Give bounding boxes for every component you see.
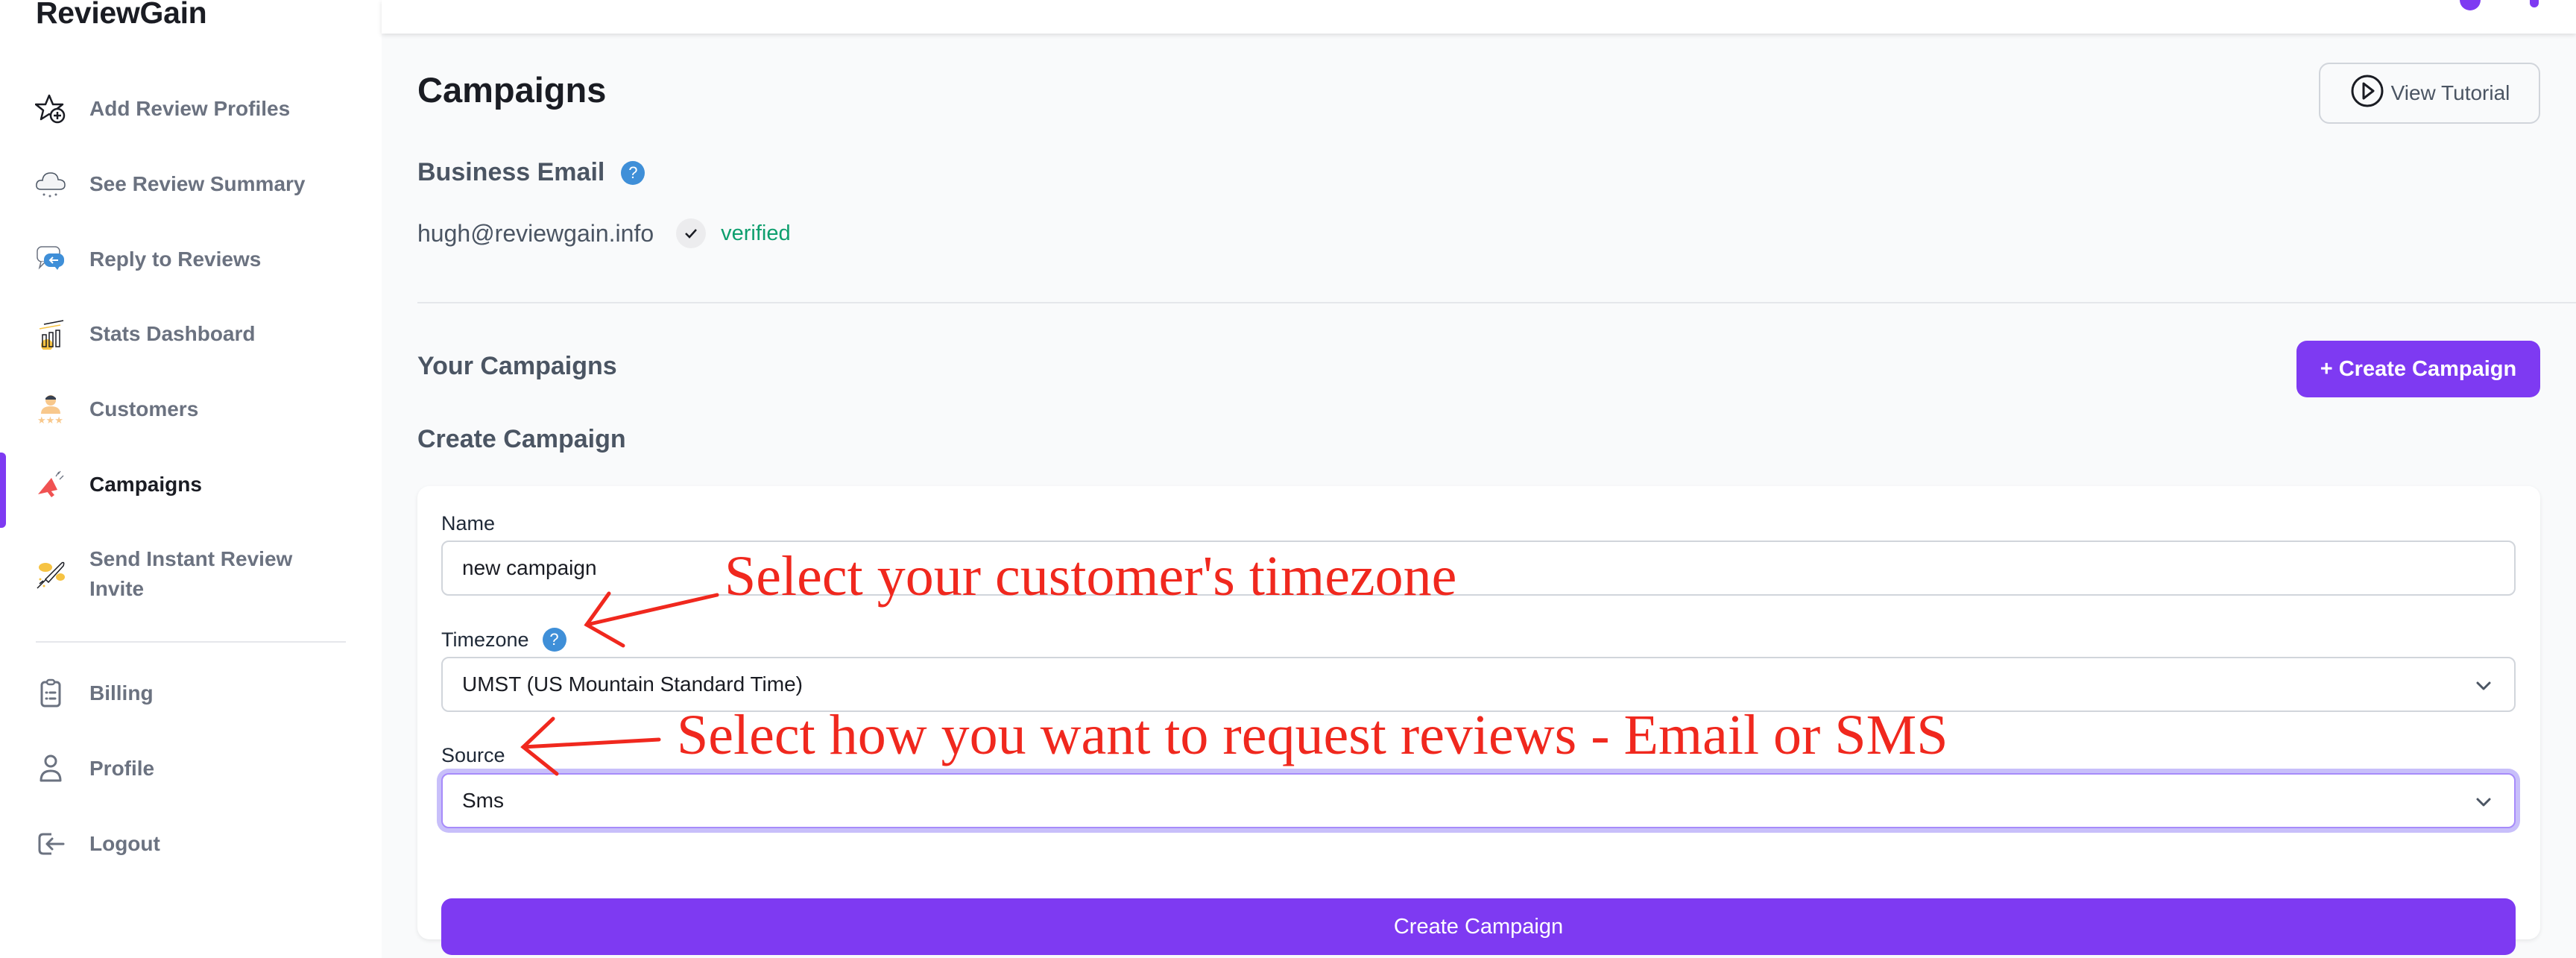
source-selected-value: Sms: [462, 789, 504, 812]
sidebar-item-send-instant-review-invite[interactable]: Send Instant Review Invite: [0, 544, 382, 604]
sidebar-item-see-review-summary[interactable]: See Review Summary: [0, 169, 382, 199]
sidebar-item-logout[interactable]: Logout: [0, 829, 382, 859]
timezone-annotation: Select your customer's timezone: [724, 545, 1457, 608]
source-label-text: Source: [441, 744, 505, 766]
business-email-heading: Business Email ?: [417, 158, 645, 187]
active-plan-text: Active Plan: Professional Plan: [2112, 0, 2412, 1]
user-icon: [34, 752, 67, 785]
source-annotation: Select how you want to request reviews -…: [677, 704, 1948, 766]
sidebar-item-label: Logout: [89, 832, 160, 855]
create-campaign-button[interactable]: + Create Campaign: [2296, 341, 2540, 397]
campaign-name-value: new campaign: [462, 556, 597, 579]
sidebar: ReviewGain Add Review Profiles See Revie…: [0, 0, 382, 958]
business-email-row: hugh@reviewgain.info verified: [417, 218, 791, 248]
help-icon[interactable]: ?: [621, 160, 645, 185]
sidebar-item-label: See Review Summary: [89, 172, 306, 195]
timezone-label-text: Timezone: [441, 628, 529, 651]
page-title: Campaigns: [417, 70, 607, 110]
source-select[interactable]: Sms: [441, 773, 2516, 828]
bar-chart-icon: [34, 318, 67, 350]
megaphone-icon: [34, 468, 67, 501]
section-divider: [417, 302, 2576, 303]
rocket-icon: [34, 558, 67, 590]
view-tutorial-label: View Tutorial: [2390, 81, 2510, 104]
chevron-down-icon: [2472, 791, 2495, 813]
sidebar-item-label: Billing: [89, 681, 154, 705]
sidebar-item-campaigns[interactable]: Campaigns: [0, 470, 382, 500]
view-tutorial-button[interactable]: View Tutorial: [2319, 63, 2540, 124]
play-circle-icon: [2349, 73, 2385, 114]
sidebar-item-profile[interactable]: Profile: [0, 754, 382, 784]
main-content: Campaigns View Tutorial Business Email ?…: [382, 34, 2576, 958]
sidebar-divider: [36, 641, 346, 643]
sidebar-item-customers[interactable]: ★★★ Customers: [0, 393, 382, 426]
customer-stars-icon: ★★★: [34, 393, 67, 426]
sidebar-item-label: Stats Dashboard: [89, 322, 256, 345]
sidebar-item-label: Customers: [89, 397, 199, 420]
timezone-selected-value: UMST (US Mountain Standard Time): [462, 672, 803, 696]
user-menu-icon[interactable]: [2530, 0, 2539, 7]
submit-create-campaign-button[interactable]: Create Campaign: [441, 898, 2516, 955]
create-campaign-title: Create Campaign: [417, 425, 626, 453]
sidebar-item-label: Campaigns: [89, 473, 202, 496]
app-logo[interactable]: ReviewGain: [36, 0, 207, 31]
business-email-title: Business Email: [417, 158, 605, 186]
sidebar-item-label: Send Instant Review Invite: [89, 547, 293, 600]
svg-text:★★★: ★★★: [37, 415, 63, 425]
timezone-help-icon[interactable]: ?: [542, 628, 566, 652]
business-email-value: hugh@reviewgain.info: [417, 219, 654, 247]
sidebar-item-stats-dashboard[interactable]: Stats Dashboard: [0, 318, 382, 350]
sidebar-item-billing[interactable]: Billing: [0, 678, 382, 708]
sidebar-item-add-review-profiles[interactable]: Add Review Profiles: [0, 94, 382, 124]
source-label: Source: [441, 744, 505, 767]
chat-reply-icon: [34, 243, 67, 276]
star-plus-icon: [34, 92, 67, 125]
cloud-icon: [34, 168, 67, 201]
logout-icon: [34, 828, 67, 860]
name-label-text: Name: [441, 512, 496, 535]
top-header: Active Plan: Professional Plan: [382, 0, 2576, 34]
sidebar-item-label: Add Review Profiles: [89, 97, 291, 120]
sidebar-item-reply-to-reviews[interactable]: Reply to Reviews: [0, 245, 382, 274]
check-icon: [676, 218, 707, 248]
name-label: Name: [441, 512, 495, 535]
chevron-down-icon: [2472, 675, 2495, 697]
verified-status: verified: [721, 221, 791, 245]
timezone-label: Timezone ?: [441, 628, 566, 652]
sidebar-item-label: Reply to Reviews: [89, 248, 262, 271]
your-campaigns-title: Your Campaigns: [417, 352, 617, 380]
clipboard-icon: [34, 677, 67, 710]
notification-icon[interactable]: [2460, 0, 2481, 10]
sidebar-item-label: Profile: [89, 757, 155, 780]
